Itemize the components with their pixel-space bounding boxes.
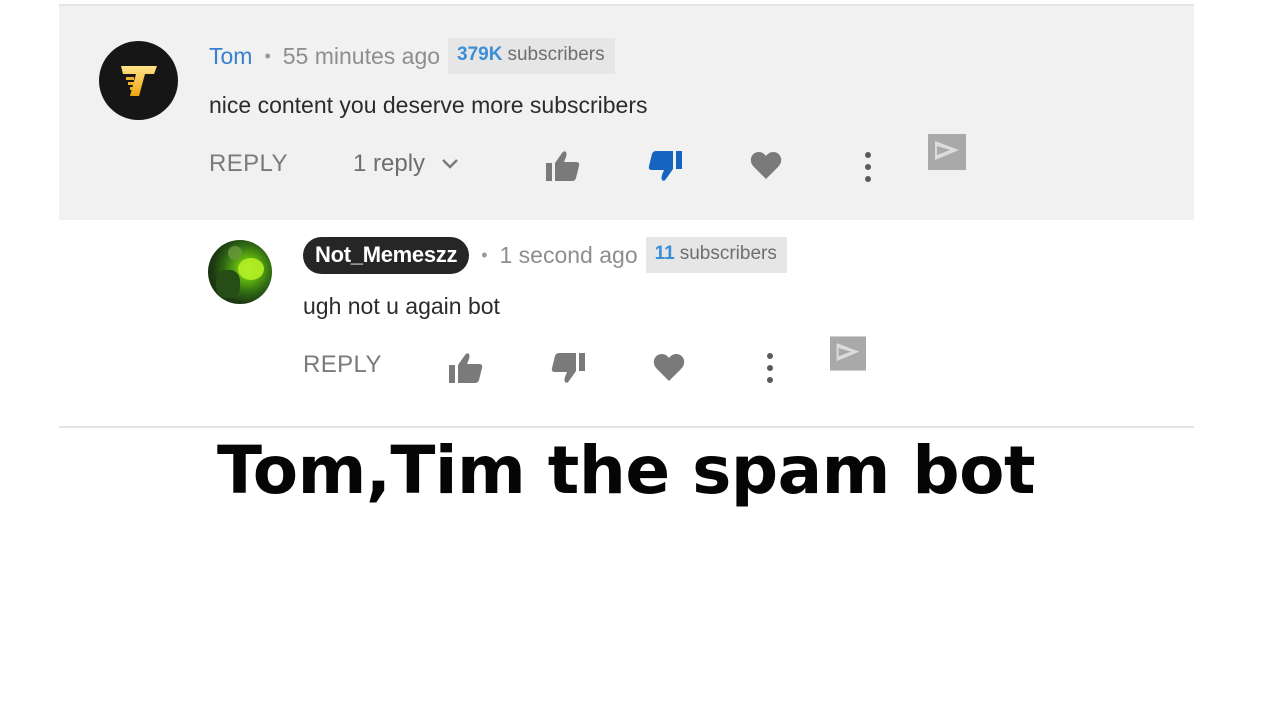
screenshot-canvas: Tom • 55 minutes ago 379K subscribers nic… [0,0,1280,720]
divider [59,426,1194,428]
subscriber-count: 379K [457,44,503,65]
extension-flag-icon[interactable] [830,336,866,371]
thumbs-up-icon[interactable] [448,352,484,384]
thumbs-up-icon[interactable] [545,150,581,182]
vertical-dots-icon[interactable] [765,352,775,384]
subscriber-count: 11 [654,243,675,264]
author-name[interactable]: Not_Memeszz [303,236,470,274]
comment-timestamp[interactable]: 55 minutes ago [283,43,440,70]
reply-text: ugh not u again bot [303,293,500,319]
reply-header: Not_Memeszz • 1 second ago 11 subscribers [303,236,787,274]
thumbs-down-icon[interactable] [647,150,683,182]
thumbs-down-icon[interactable] [550,352,586,384]
replies-count-label: 1 reply [353,150,426,177]
avatar[interactable] [208,240,272,304]
extension-flag-icon[interactable] [928,134,966,170]
vertical-dots-icon[interactable] [863,151,873,183]
reply-button[interactable]: REPLY [303,351,382,379]
reply-button[interactable]: REPLY [209,150,288,178]
comment-header: Tom • 55 minutes ago 379K subscribers [209,38,615,74]
chevron-down-icon [442,159,458,169]
heart-icon[interactable] [750,151,782,181]
avatar[interactable] [99,41,178,120]
subscriber-badge: 379K subscribers [448,38,615,74]
subscriber-label: subscribers [507,44,605,65]
meme-caption: Tom,Tim the spam bot [216,432,1036,509]
author-name[interactable]: Tom [209,43,252,70]
heart-icon[interactable] [653,353,685,383]
channel-logo-icon [120,65,157,96]
subscriber-label: subscribers [679,243,777,264]
reply-timestamp[interactable]: 1 second ago [500,242,638,269]
separator-dot: • [264,45,271,66]
comment-text: nice content you deserve more subscriber… [209,92,648,118]
view-replies-button[interactable]: 1 reply [353,150,459,178]
separator-dot: • [481,244,488,265]
subscriber-badge: 11 subscribers [645,237,787,273]
